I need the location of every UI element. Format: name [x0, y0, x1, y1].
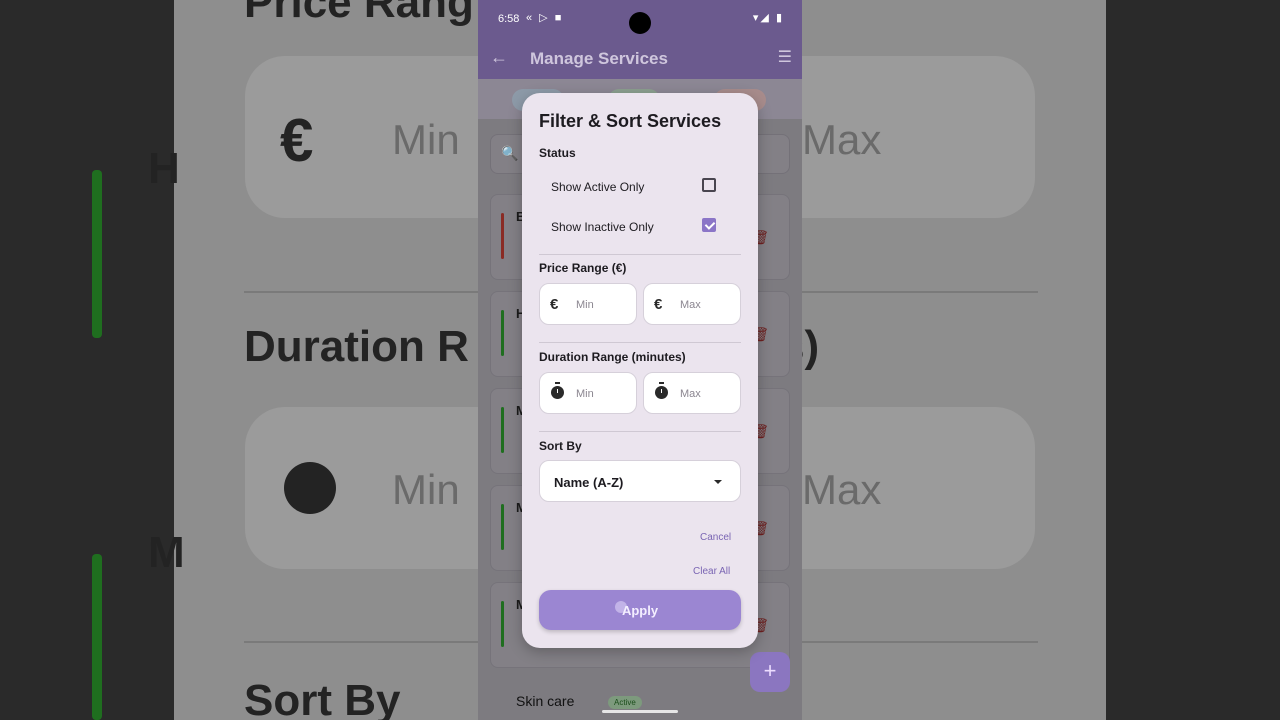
status-indicator — [501, 504, 504, 550]
clear-all-button[interactable]: Clear All — [693, 566, 730, 577]
status-time: 6:58 — [498, 13, 520, 25]
sort-by-label: Sort By — [539, 439, 582, 453]
app-bar: ← Manage Services ☰ — [478, 38, 802, 79]
price-min-input[interactable] — [576, 296, 632, 314]
price-min-field[interactable]: € — [539, 283, 637, 325]
show-active-checkbox[interactable] — [702, 178, 716, 192]
camera-cutout — [629, 12, 651, 34]
show-inactive-option[interactable]: Show Inactive Only — [539, 210, 741, 246]
status-section-label: Status — [539, 146, 576, 160]
search-icon: 🔍 — [501, 145, 519, 161]
page-title: Manage Services — [530, 49, 668, 68]
duration-min-input[interactable] — [576, 385, 632, 403]
sort-menu-icon[interactable]: ☰ — [778, 47, 792, 67]
bg-min-hint: Min — [392, 116, 460, 163]
status-indicator — [501, 213, 504, 259]
status-bar: 6:58 « ▷ ■ ▾◢ ▮ — [478, 0, 802, 38]
show-inactive-label: Show Inactive Only — [551, 220, 654, 234]
price-max-input[interactable] — [680, 296, 736, 314]
euro-icon: € — [550, 296, 559, 313]
sort-by-value: Name (A-Z) — [554, 475, 624, 490]
divider — [539, 431, 741, 432]
duration-max-input[interactable] — [680, 385, 736, 403]
duration-max-field[interactable] — [643, 372, 741, 414]
bg-letter-m: M — [148, 528, 185, 577]
status-indicator — [501, 407, 504, 453]
status-badge: Active — [608, 696, 642, 709]
divider — [539, 254, 741, 255]
background-right-shade — [1106, 0, 1280, 720]
status-indicator — [501, 601, 504, 647]
stopwatch-icon — [655, 382, 668, 399]
bg-duration-heading: Duration R — [244, 322, 469, 371]
background-left-shade — [0, 0, 174, 720]
back-arrow-icon[interactable]: ← — [490, 47, 508, 68]
euro-icon: € — [654, 296, 663, 313]
duration-range-label: Duration Range (minutes) — [539, 350, 686, 364]
price-range-label: Price Range (€) — [539, 261, 627, 275]
bg-min-hint-2: Min — [392, 466, 460, 513]
bg-status-bar-2 — [92, 554, 102, 720]
price-max-field[interactable]: € — [643, 283, 741, 325]
add-service-button[interactable]: + — [750, 652, 790, 692]
bg-stopwatch-icon — [284, 462, 336, 514]
bg-price-heading: Price Rang — [244, 0, 474, 27]
show-inactive-checkbox[interactable] — [702, 218, 716, 232]
status-indicator — [501, 310, 504, 356]
bg-sort-heading: Sort By — [244, 676, 401, 720]
dialog-title: Filter & Sort Services — [539, 111, 722, 131]
sort-by-dropdown[interactable]: Name (A-Z) — [539, 460, 741, 502]
service-name: Skin care — [516, 693, 575, 709]
filter-sort-dialog: Filter & Sort Services Status Show Activ… — [522, 93, 758, 648]
divider — [539, 342, 741, 343]
cancel-button[interactable]: Cancel — [700, 532, 731, 543]
notification-icons: « ▷ ■ — [526, 12, 564, 24]
duration-min-field[interactable] — [539, 372, 637, 414]
stopwatch-icon — [551, 382, 564, 399]
dropdown-arrow-icon — [714, 480, 722, 484]
show-active-label: Show Active Only — [551, 180, 645, 194]
signal-battery-icons: ▾◢ ▮ — [752, 12, 784, 24]
bg-status-bar — [92, 170, 102, 338]
home-indicator[interactable] — [602, 710, 678, 713]
show-active-option[interactable]: Show Active Only — [539, 170, 741, 206]
bg-max-hint: Max — [802, 116, 882, 163]
bg-letter-h: H — [148, 144, 180, 193]
bg-euro-icon: € — [280, 107, 314, 174]
apply-button[interactable]: Apply — [539, 590, 741, 630]
apply-label: Apply — [621, 602, 659, 618]
bg-max-hint-2: Max — [802, 466, 882, 513]
